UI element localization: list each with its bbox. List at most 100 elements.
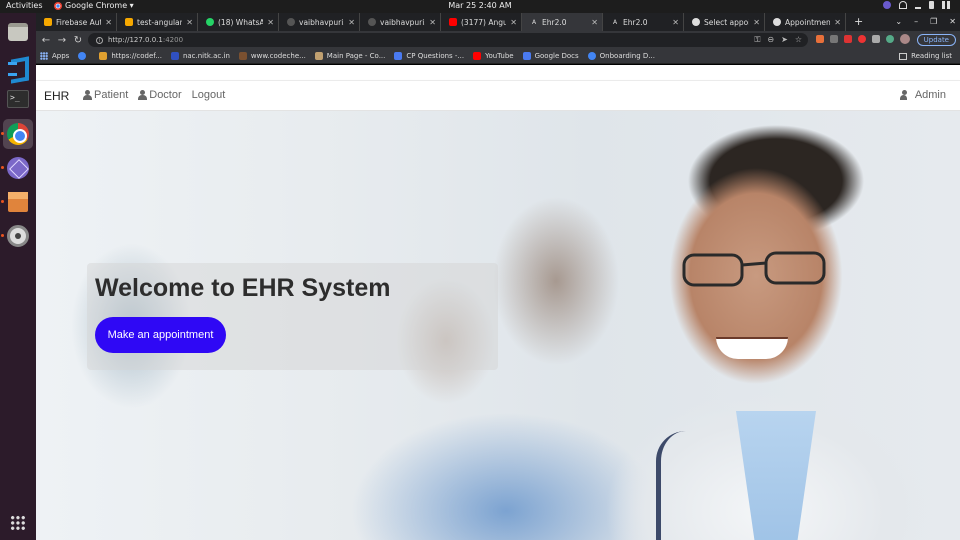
bookmark-item[interactable]: Main Page - Co... — [314, 52, 385, 60]
wifi-icon[interactable] — [899, 1, 907, 9]
user-cog-icon — [899, 90, 913, 100]
update-button[interactable]: Update — [916, 34, 956, 46]
close-icon[interactable]: ✕ — [348, 18, 355, 27]
brand-logo[interactable]: EHR — [44, 89, 69, 103]
volume-icon[interactable] — [915, 1, 921, 9]
browser-tab[interactable]: vaibhavpuri32 ✕ — [279, 13, 360, 31]
minimize-icon[interactable]: – — [914, 13, 918, 31]
dock-files[interactable] — [3, 17, 33, 47]
new-tab-button[interactable]: + — [846, 13, 871, 31]
running-indicator — [1, 132, 4, 135]
back-icon[interactable]: ← — [38, 35, 54, 46]
dock-chrome[interactable] — [3, 119, 33, 149]
url-text[interactable]: http://127.0.0.1:4200 — [108, 36, 183, 44]
close-icon[interactable]: ✕ — [753, 18, 760, 27]
dock-network-app[interactable] — [3, 153, 33, 183]
address-bar[interactable]: i http://127.0.0.1:4200 ⚿ ⊖ ➤ ☆ — [88, 33, 808, 47]
extension-icon[interactable] — [883, 1, 891, 9]
close-icon[interactable]: ✕ — [186, 18, 193, 27]
browser-toolbar: ← → ↻ i http://127.0.0.1:4200 ⚿ ⊖ ➤ ☆ Up… — [36, 31, 960, 49]
close-window-icon[interactable]: ✕ — [949, 13, 956, 31]
bookmark-item[interactable]: CP Questions -... — [394, 52, 464, 60]
youtube-icon — [473, 52, 482, 60]
browser-tab[interactable]: test-angular-e✕ — [117, 13, 198, 31]
reload-icon[interactable]: ↻ — [70, 35, 86, 46]
forward-icon[interactable]: → — [54, 35, 70, 46]
running-indicator — [1, 234, 4, 237]
bookmark-apps[interactable]: Apps — [40, 52, 69, 60]
extension-icon[interactable] — [830, 35, 838, 43]
tab-title: (18) WhatsApp — [218, 17, 263, 27]
close-icon[interactable]: ✕ — [267, 18, 274, 27]
web-page: EHR Patient Doctor Logout Admin Welcome … — [36, 65, 960, 540]
bookmark-label: Apps — [52, 52, 70, 60]
close-icon[interactable]: ✕ — [834, 18, 841, 27]
make-appointment-button[interactable]: Make an appointment — [95, 317, 226, 353]
system-tray[interactable] — [883, 1, 950, 9]
close-icon[interactable]: ✕ — [510, 18, 517, 27]
fox-extension-icon[interactable] — [816, 35, 824, 43]
zoom-icon[interactable]: ⊖ — [767, 35, 774, 45]
bookmark-label: Google Docs — [534, 52, 579, 60]
extension-icon[interactable] — [844, 35, 852, 43]
bookmark-item[interactable]: Onboarding D... — [587, 52, 655, 60]
omnibox-actions: ⚿ ⊖ ➤ ☆ — [754, 35, 802, 45]
browser-tab[interactable]: (3177) Angular ✕ — [441, 13, 522, 31]
profile-avatar[interactable] — [900, 34, 910, 44]
extension-icon[interactable] — [886, 35, 894, 43]
tab-title: vaibhavpuri32 — [380, 17, 425, 27]
show-applications[interactable] — [3, 508, 33, 538]
hero-photo-collar — [736, 411, 816, 540]
tab-search-icon[interactable]: ⌄ — [895, 13, 902, 31]
share-icon[interactable]: ➤ — [781, 35, 788, 45]
dock-terminal[interactable]: >_ — [3, 84, 33, 114]
bookmark-star-icon[interactable]: ☆ — [795, 35, 802, 45]
github-icon — [287, 18, 295, 26]
nav-doctor[interactable]: Doctor — [138, 89, 182, 101]
dock-vscode[interactable] — [3, 51, 33, 81]
codeforces-icon — [99, 52, 108, 60]
power-icon[interactable] — [942, 1, 950, 9]
codechef-icon — [238, 52, 247, 60]
youtube-icon — [449, 18, 457, 26]
browser-tab[interactable]: (18) WhatsApp ✕ — [198, 13, 279, 31]
dock-settings[interactable] — [3, 221, 33, 251]
tab-strip: Firebase Auth✕ test-angular-e✕ (18) What… — [36, 13, 960, 31]
close-icon[interactable]: ✕ — [591, 18, 598, 27]
hero-section: Welcome to EHR System Make an appointmen… — [36, 111, 960, 540]
close-icon[interactable]: ✕ — [105, 18, 112, 27]
bookmark-label: www.codeche... — [250, 52, 306, 60]
nav-logout[interactable]: Logout — [192, 89, 226, 101]
bookmark-item[interactable]: YouTube — [473, 52, 514, 60]
dock-archive[interactable] — [3, 187, 33, 217]
nav-admin[interactable]: Admin — [899, 89, 946, 101]
browser-tab[interactable]: A Ehr2.0 ✕ — [603, 13, 684, 31]
reading-list[interactable]: Reading list — [899, 52, 952, 60]
nav-patient[interactable]: Patient — [83, 89, 128, 101]
browser-tab[interactable]: Firebase Auth ✕ — [36, 13, 117, 31]
bookmark-item[interactable]: Google Docs — [522, 52, 579, 60]
bookmark-item[interactable]: www.codeche... — [238, 52, 306, 60]
browser-tab[interactable]: Appointment ✕ — [765, 13, 846, 31]
tab-title: Ehr2.0 — [623, 17, 648, 27]
extension-icon[interactable] — [858, 35, 866, 43]
github-icon — [368, 18, 376, 26]
browser-tab[interactable]: vaibhavpuri32 ✕ — [360, 13, 441, 31]
battery-icon[interactable] — [929, 1, 934, 9]
bookmark-item[interactable]: https://codef... — [99, 52, 162, 60]
puzzle-icon[interactable] — [872, 35, 880, 43]
bookmark-item[interactable]: nac.nitk.ac.in — [170, 52, 230, 60]
clock[interactable]: Mar 25 2:40 AM — [0, 1, 960, 10]
key-icon[interactable]: ⚿ — [754, 35, 760, 45]
close-icon[interactable]: ✕ — [672, 18, 679, 27]
browser-tab[interactable]: Select appoint ✕ — [684, 13, 765, 31]
browser-tab-active[interactable]: A Ehr2.0 ✕ — [522, 13, 603, 31]
globe-icon — [773, 18, 781, 26]
url-port: :4200 — [162, 36, 184, 44]
close-icon[interactable]: ✕ — [429, 18, 436, 27]
maximize-icon[interactable]: ❐ — [930, 13, 937, 31]
bookmark-item[interactable] — [78, 52, 90, 60]
nav-links: Patient Doctor Logout — [83, 89, 225, 101]
site-info-icon[interactable]: i — [96, 36, 103, 44]
terminal-icon: >_ — [7, 90, 29, 108]
